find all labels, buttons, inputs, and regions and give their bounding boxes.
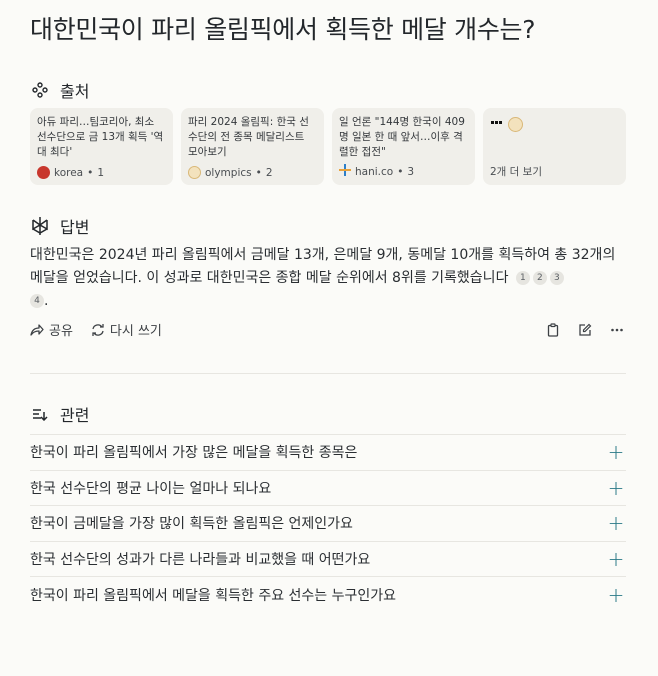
more-sources-label: 2개 더 보기 <box>490 166 542 178</box>
sources-header: 출처 <box>30 78 89 102</box>
korea-favicon-icon <box>37 166 50 179</box>
olympics-favicon-icon <box>508 116 523 132</box>
related-question[interactable]: 한국이 파리 올림픽에서 가장 많은 메달을 획득한 종목은 + <box>30 434 626 470</box>
related-list: 한국이 파리 올림픽에서 가장 많은 메달을 획득한 종목은 + 한국 선수단의… <box>30 434 626 612</box>
plus-icon[interactable]: + <box>606 478 626 498</box>
plus-icon[interactable]: + <box>606 549 626 569</box>
sources-heading: 출처 <box>60 82 90 101</box>
answer-logo-icon <box>30 216 50 236</box>
related-header: 관련 <box>30 402 89 426</box>
edit-icon <box>579 323 592 336</box>
source-number: 2 <box>265 166 273 179</box>
answer-body: 대한민국은 2024년 파리 올림픽에서 금메달 13개, 은메달 9개, 동메… <box>30 247 616 309</box>
plus-icon[interactable]: + <box>606 442 626 462</box>
ellipsis-icon <box>611 328 623 331</box>
rewrite-button[interactable]: 다시 쓰기 <box>91 320 162 339</box>
source-card[interactable]: 일 언론 "144명 한국이 409명 일본 한 때 앞서…이후 격렬한 접전"… <box>332 108 475 185</box>
citation-badge[interactable]: 4 <box>30 294 44 308</box>
answer-header: 답변 <box>30 214 89 238</box>
related-question-text: 한국 선수단의 성과가 다른 나라들과 비교했을 때 어떤가요 <box>30 552 371 569</box>
source-title: 아듀 파리…팀코리아, 최소 선수단으로 금 13개 획득 '역대 최다' <box>37 116 164 158</box>
related-question[interactable]: 한국 선수단의 성과가 다른 나라들과 비교했을 때 어떤가요 + <box>30 540 626 577</box>
related-question-text: 한국 선수단의 평균 나이는 얼마나 되나요 <box>30 480 272 497</box>
copy-button[interactable] <box>544 321 562 339</box>
answer-actions: 공유 다시 쓰기 <box>30 320 626 339</box>
olympics-favicon-icon <box>188 166 201 179</box>
source-card[interactable]: 아듀 파리…팀코리아, 최소 선수단으로 금 13개 획득 '역대 최다' ko… <box>30 108 173 185</box>
related-icon <box>30 404 50 424</box>
sources-icon <box>30 80 50 100</box>
sources-list: 아듀 파리…팀코리아, 최소 선수단으로 금 13개 획득 '역대 최다' ko… <box>30 108 626 185</box>
plus-icon[interactable]: + <box>606 513 626 533</box>
source-site: korea <box>54 166 84 179</box>
source-card[interactable]: 파리 2024 올림픽: 한국 선수단의 전 종목 메달리스트 모아보기 oly… <box>181 108 324 185</box>
source-title: 파리 2024 올림픽: 한국 선수단의 전 종목 메달리스트 모아보기 <box>188 116 309 158</box>
share-button[interactable]: 공유 <box>30 320 73 339</box>
more-sources-card[interactable]: 2개 더 보기 <box>483 108 626 185</box>
more-sources-favicons <box>490 115 619 133</box>
more-options-button[interactable] <box>608 321 626 339</box>
related-question-text: 한국이 파리 올림픽에서 가장 많은 메달을 획득한 종목은 <box>30 445 358 462</box>
related-question-text: 한국이 파리 올림픽에서 메달을 획득한 주요 선수는 누구인가요 <box>30 587 397 604</box>
clipboard-icon <box>547 322 559 337</box>
source-number: 3 <box>407 165 415 178</box>
more-favicon-icon <box>490 115 504 134</box>
plus-icon[interactable]: + <box>606 585 626 605</box>
answer-heading: 답변 <box>60 218 90 237</box>
source-meta: hani.co • 3 <box>339 164 414 179</box>
citation-badge[interactable]: 3 <box>549 271 564 285</box>
hani-favicon-icon <box>339 164 351 179</box>
source-title: 일 언론 "144명 한국이 409명 일본 한 때 앞서…이후 격렬한 접전" <box>339 116 465 158</box>
related-question[interactable]: 한국 선수단의 평균 나이는 얼마나 되나요 + <box>30 469 626 506</box>
share-icon <box>30 323 44 336</box>
source-meta: korea • 1 <box>37 166 104 179</box>
source-site: hani.co <box>355 165 394 178</box>
citation-badge[interactable]: 2 <box>532 271 547 285</box>
rewrite-icon <box>92 323 104 336</box>
related-question[interactable]: 한국이 파리 올림픽에서 메달을 획득한 주요 선수는 누구인가요 + <box>30 576 626 612</box>
source-number: 1 <box>97 166 105 179</box>
related-heading: 관련 <box>60 406 90 425</box>
related-question[interactable]: 한국이 금메달을 가장 많이 획득한 올림픽은 언제인가요 + <box>30 505 626 541</box>
related-question-text: 한국이 금메달을 가장 많이 획득한 올림픽은 언제인가요 <box>30 516 353 533</box>
citation-badge[interactable]: 1 <box>515 271 530 285</box>
edit-button[interactable] <box>576 321 594 339</box>
source-meta: olympics • 2 <box>188 166 273 179</box>
section-divider <box>30 373 626 374</box>
page-title: 대한민국이 파리 올림픽에서 획득한 메달 개수는? <box>30 15 536 44</box>
source-site: olympics <box>205 166 252 179</box>
answer-tools <box>544 321 626 339</box>
